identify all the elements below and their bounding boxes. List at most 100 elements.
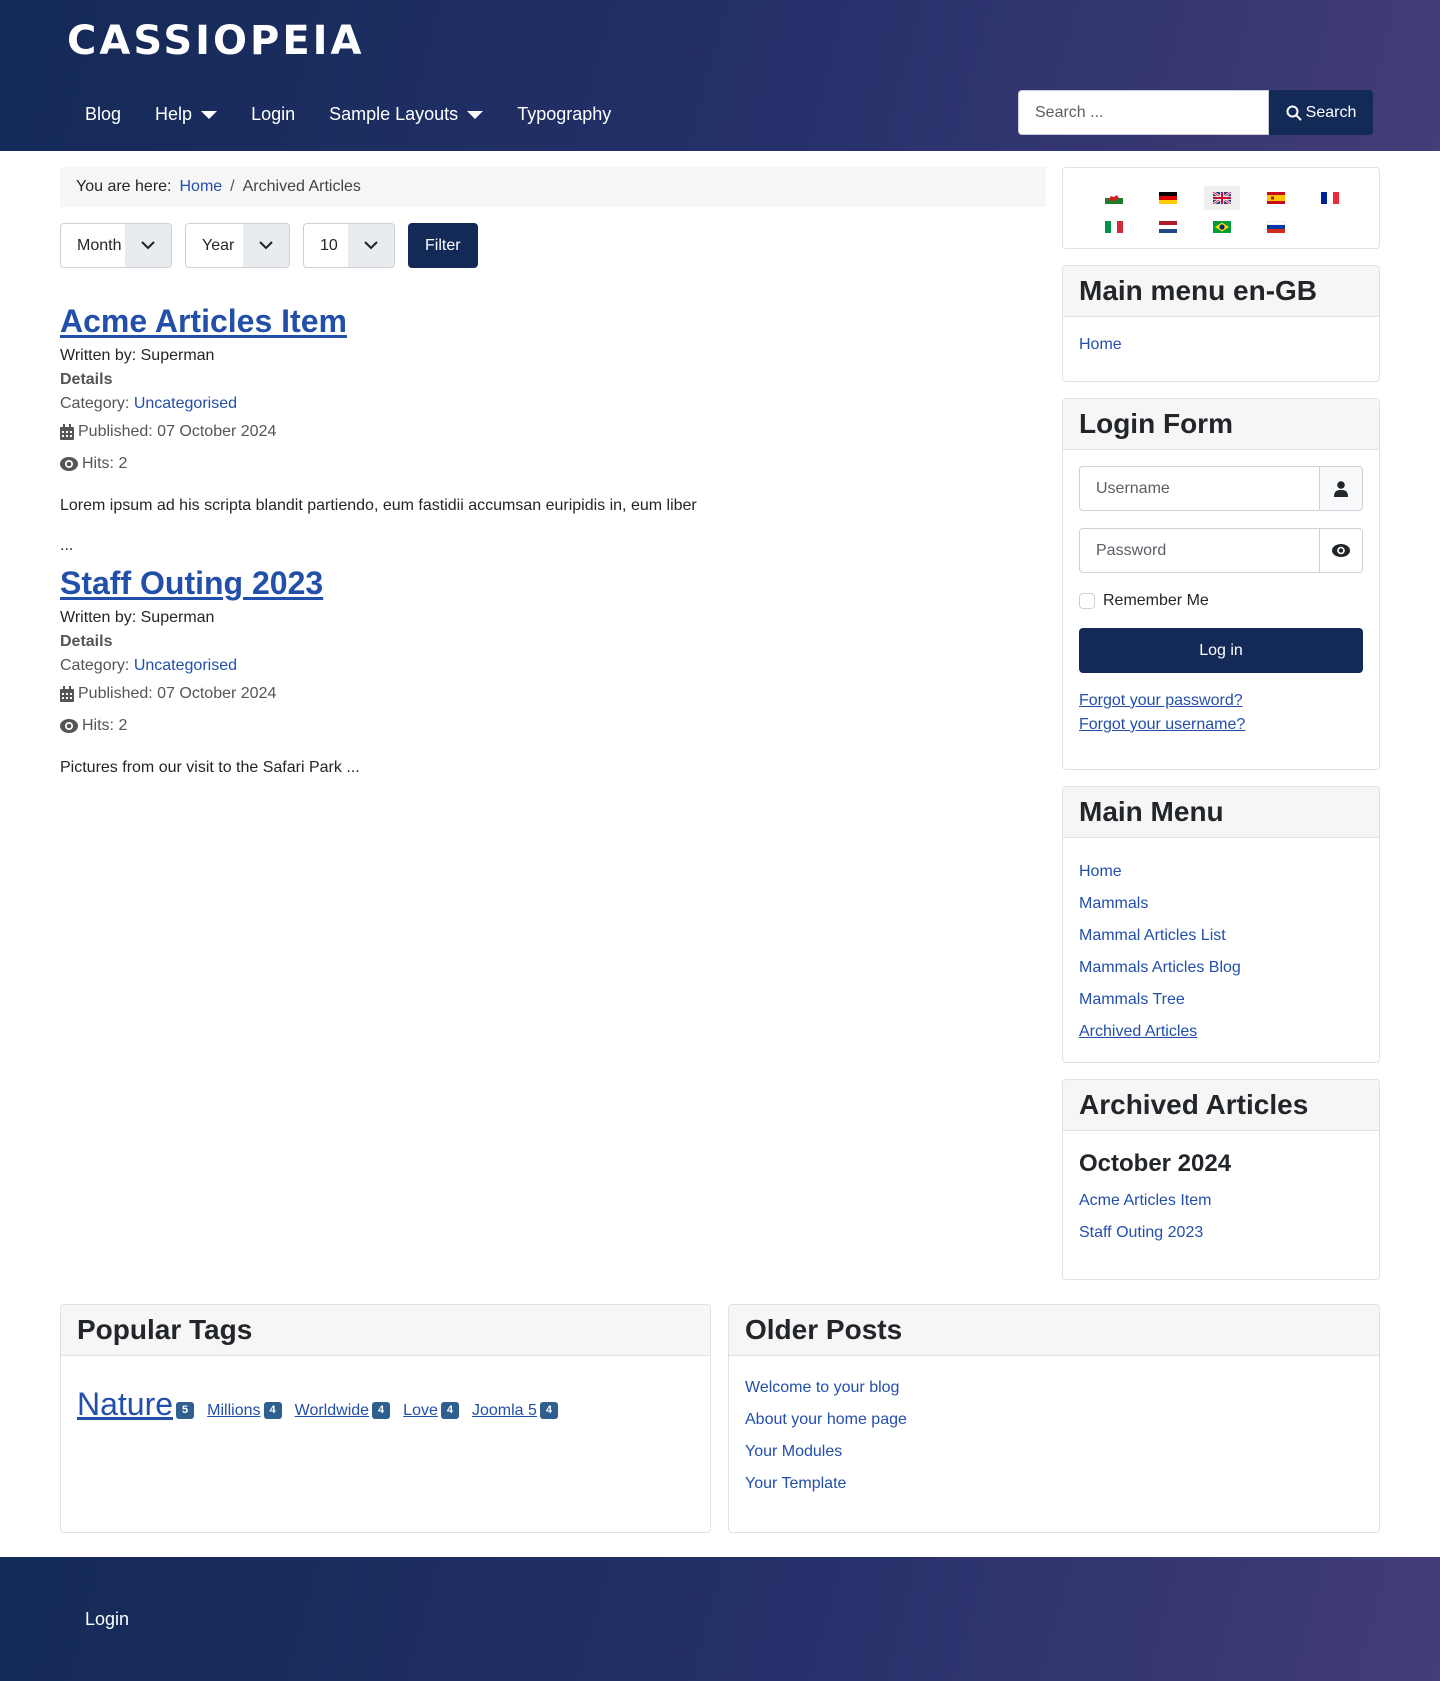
module-title: Main menu en-GB	[1063, 266, 1379, 317]
archive-filters: Month Year 10 Filter	[60, 223, 478, 268]
language-cy[interactable]	[1096, 186, 1132, 210]
month-select[interactable]: Month	[60, 223, 172, 268]
module-title: Login Form	[1063, 399, 1379, 450]
flag-uk-icon	[1213, 192, 1231, 204]
breadcrumb: You are here: Home / Archived Articles	[60, 167, 1046, 207]
menu-item-home[interactable]: Home	[1079, 856, 1363, 888]
login-button[interactable]: Log in	[1079, 628, 1363, 673]
published-text: Published: 07 October 2024	[78, 423, 277, 440]
filter-button[interactable]: Filter	[408, 223, 478, 268]
tag-link-joomla-5[interactable]: Joomla 5	[472, 1402, 537, 1420]
chevron-down-icon	[125, 224, 171, 267]
module-title: Popular Tags	[61, 1305, 710, 1356]
site-footer: Login	[0, 1557, 1440, 1681]
username-input[interactable]	[1079, 466, 1320, 511]
article-intro: Pictures from our visit to the Safari Pa…	[60, 759, 360, 776]
forgot-username-link[interactable]: Forgot your username?	[1079, 713, 1363, 737]
article-published: Published: 07 October 2024	[60, 678, 1040, 710]
archived-item-link[interactable]: Staff Outing 2023	[1079, 1217, 1363, 1249]
article-meta: Written by: Superman Details Category: U…	[60, 344, 1040, 480]
older-post-link[interactable]: Your Template	[745, 1468, 1363, 1500]
language-it[interactable]	[1096, 215, 1132, 239]
eye-icon	[60, 719, 78, 733]
category-label: Category:	[60, 395, 130, 412]
tag-link-millions[interactable]: Millions	[207, 1402, 260, 1420]
nav-item-login[interactable]: Login	[234, 104, 312, 125]
tag-cloud: Nature 5 Millions 4 Worldwide 4 Love 4 J…	[61, 1356, 710, 1423]
module-title: Main Menu	[1063, 787, 1379, 838]
older-post-link[interactable]: About your home page	[745, 1404, 1363, 1436]
breadcrumb-home-link[interactable]: Home	[179, 178, 222, 196]
category-link[interactable]: Uncategorised	[134, 657, 237, 674]
search-input[interactable]	[1018, 90, 1269, 135]
show-password-toggle[interactable]	[1320, 528, 1363, 573]
category-label: Category:	[60, 657, 130, 674]
tag-link-love[interactable]: Love	[403, 1402, 438, 1420]
tag-count-badge: 4	[539, 1402, 559, 1419]
article-category: Category: Uncategorised	[60, 392, 1040, 416]
nav-item-help[interactable]: Help	[138, 104, 234, 125]
eye-icon	[60, 457, 78, 471]
tag-count-badge: 4	[440, 1402, 459, 1419]
eye-icon	[1332, 544, 1350, 557]
search-icon	[1286, 105, 1302, 120]
menu-item-mammal-articles-list[interactable]: Mammal Articles List	[1079, 920, 1363, 952]
limit-select[interactable]: 10	[303, 223, 395, 268]
site-logo[interactable]: CASSIOPEIA	[67, 18, 365, 64]
language-switcher	[1062, 167, 1380, 249]
archived-item-link[interactable]: Acme Articles Item	[1079, 1185, 1363, 1217]
article-hits: Hits: 2	[60, 710, 1040, 742]
module-title: Older Posts	[729, 1305, 1379, 1356]
password-input[interactable]	[1079, 528, 1320, 573]
language-en-gb[interactable]	[1204, 186, 1240, 210]
language-ru[interactable]	[1258, 215, 1294, 239]
forgot-password-link[interactable]: Forgot your password?	[1079, 689, 1363, 713]
article-author: Written by: Superman	[60, 609, 215, 626]
remember-me-checkbox[interactable]	[1079, 593, 1095, 609]
footer-login-link[interactable]: Login	[85, 1609, 129, 1630]
chevron-down-icon	[243, 224, 289, 267]
search-button[interactable]: Search	[1269, 90, 1373, 135]
menu-item-home[interactable]: Home	[1079, 329, 1363, 361]
username-group	[1079, 466, 1363, 511]
limit-select-value: 10	[320, 236, 338, 254]
article-author: Written by: Superman	[60, 347, 215, 364]
tag-link-worldwide[interactable]: Worldwide	[295, 1402, 369, 1420]
tag-count-badge: 4	[372, 1402, 391, 1419]
password-group	[1079, 528, 1363, 573]
menu-item-mammals[interactable]: Mammals	[1079, 888, 1363, 920]
older-post-link[interactable]: Welcome to your blog	[745, 1372, 1363, 1404]
nav-label: Typography	[517, 103, 612, 124]
flag-netherlands-icon	[1159, 221, 1177, 233]
language-es[interactable]	[1258, 186, 1294, 210]
tag-link-nature[interactable]: Nature	[77, 1386, 173, 1423]
article-title-link[interactable]: Acme Articles Item	[60, 303, 347, 339]
flag-germany-icon	[1159, 192, 1177, 204]
article-details-label: Details	[60, 633, 113, 650]
flag-spain-icon	[1267, 192, 1285, 204]
language-pt-br[interactable]	[1204, 215, 1240, 239]
article-intro: Lorem ipsum ad his scripta blandit parti…	[60, 497, 697, 514]
menu-item-archived-articles[interactable]: Archived Articles	[1079, 1016, 1363, 1048]
language-de[interactable]	[1150, 186, 1186, 210]
language-nl[interactable]	[1150, 215, 1186, 239]
tag-count-badge: 4	[263, 1402, 282, 1419]
article-title-link[interactable]: Staff Outing 2023	[60, 565, 323, 601]
article-title: Acme Articles Item	[60, 302, 1040, 340]
nav-item-typography[interactable]: Typography	[500, 104, 628, 125]
menu-item-mammals-tree[interactable]: Mammals Tree	[1079, 984, 1363, 1016]
remember-me[interactable]: Remember Me	[1079, 589, 1363, 613]
caret-down-icon	[467, 111, 484, 119]
category-link[interactable]: Uncategorised	[134, 395, 237, 412]
tag-item: Millions 4	[207, 1402, 282, 1421]
nav-item-sample-layouts[interactable]: Sample Layouts	[312, 104, 500, 125]
nav-item-blog[interactable]: Blog	[68, 104, 138, 125]
language-fr[interactable]	[1312, 186, 1348, 210]
menu-item-mammals-articles-blog[interactable]: Mammals Articles Blog	[1079, 952, 1363, 984]
popular-tags-module: Popular Tags Nature 5 Millions 4 Worldwi…	[60, 1304, 711, 1533]
hits-text: Hits: 2	[82, 717, 128, 734]
year-select[interactable]: Year	[185, 223, 290, 268]
article-title: Staff Outing 2023	[60, 564, 1040, 602]
older-post-link[interactable]: Your Modules	[745, 1436, 1363, 1468]
tag-item: Love 4	[403, 1402, 459, 1421]
